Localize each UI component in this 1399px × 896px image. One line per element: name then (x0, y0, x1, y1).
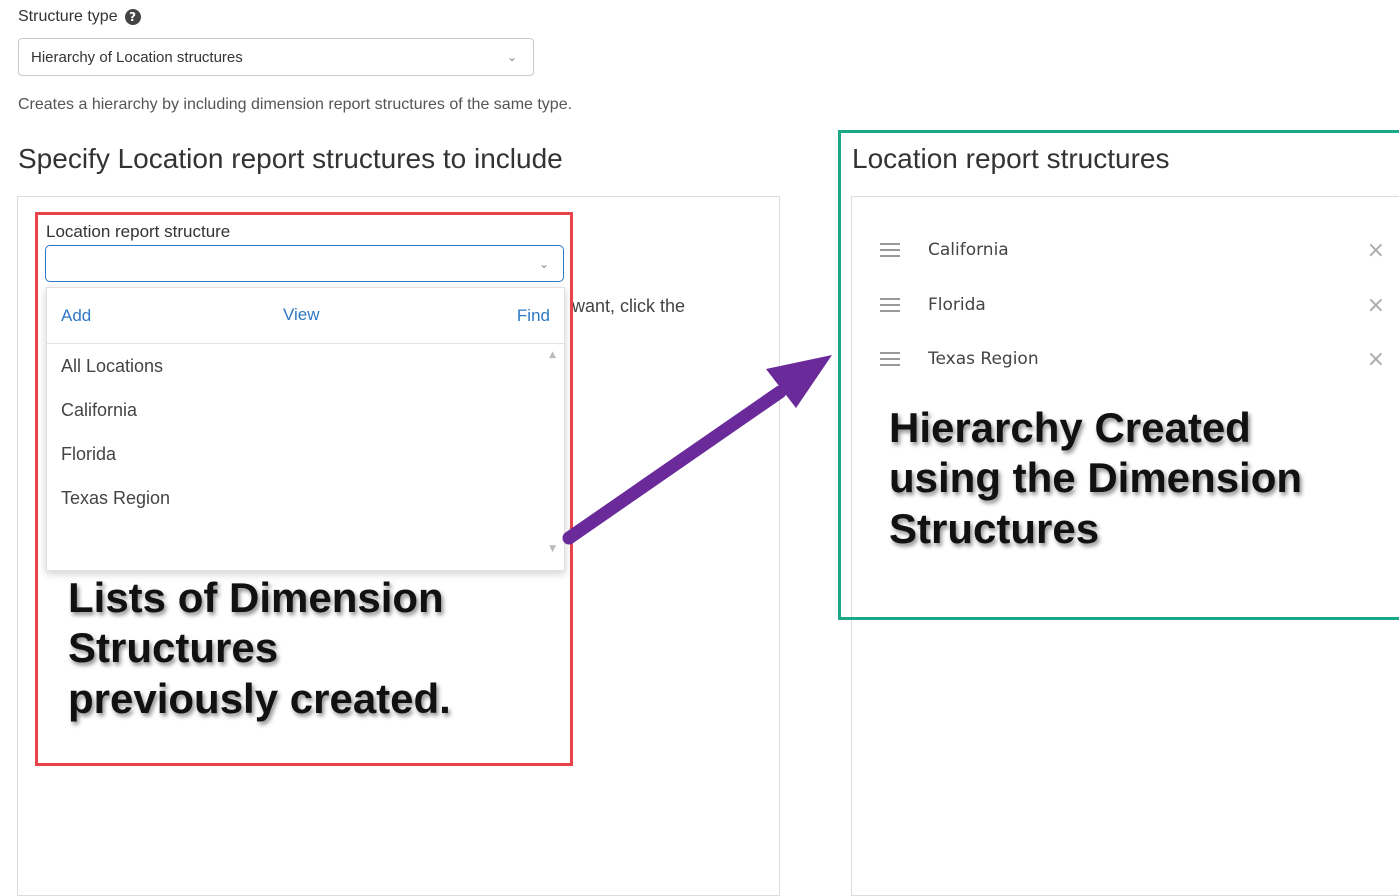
annotation-arrow (562, 355, 832, 545)
arrow-shaft (562, 385, 787, 545)
